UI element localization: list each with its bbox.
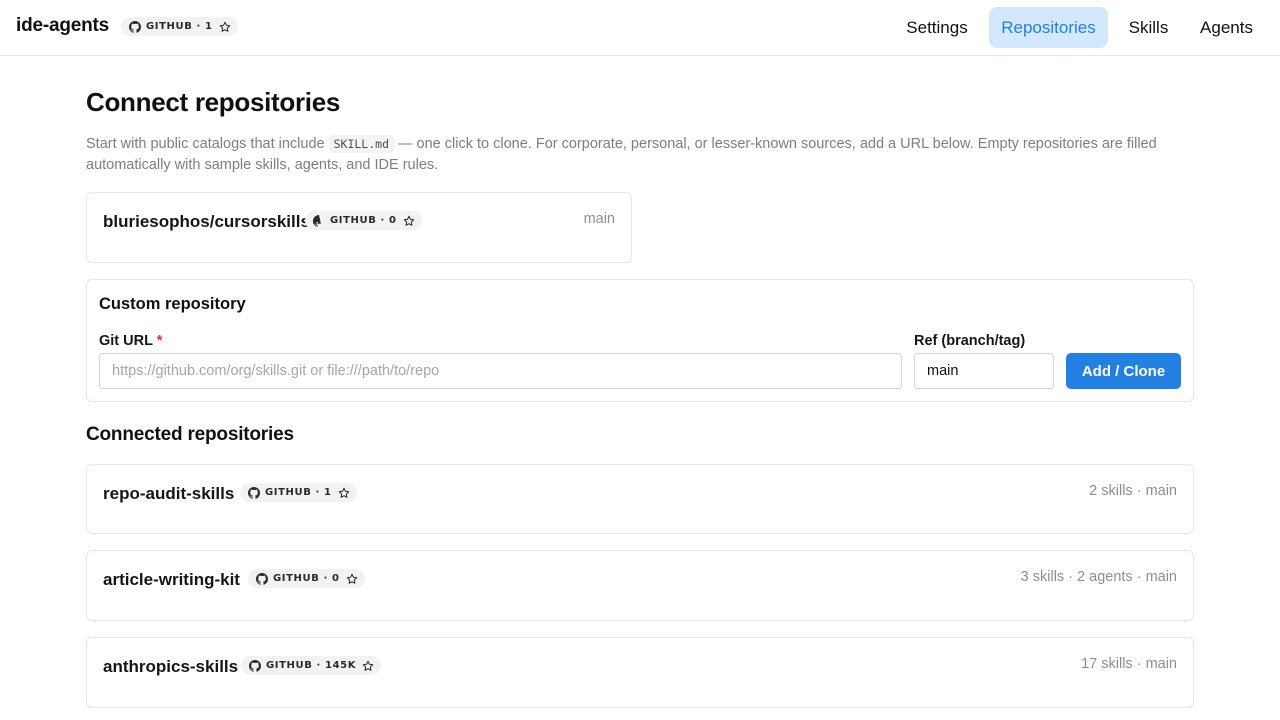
star-icon xyxy=(219,21,231,33)
connected-repo-card[interactable]: anthropics-skills GITHUB · 145K 17 skill… xyxy=(86,637,1194,708)
repo-meta: 17 skills · main xyxy=(1081,656,1177,672)
git-url-label: Git URL * xyxy=(99,333,162,349)
star-icon xyxy=(346,573,358,585)
repo-name: bluriesophos/cursorskills xyxy=(103,212,310,231)
intro-code: SKILL.md xyxy=(328,135,394,153)
repo-name: anthropics-skills xyxy=(103,657,239,676)
github-icon xyxy=(313,214,325,227)
repo-meta: main xyxy=(583,211,615,227)
repo-github-badge[interactable]: GITHUB · 0 xyxy=(248,569,365,588)
catalog-repo-card[interactable]: bluriesophos/cursorskills GITHUB · 0 mai… xyxy=(86,192,632,263)
badge-text: GITHUB · 1 xyxy=(146,21,213,32)
star-icon xyxy=(403,215,415,227)
add-clone-button[interactable]: Add / Clone xyxy=(1066,353,1181,389)
nav-settings[interactable]: Settings xyxy=(895,7,979,48)
intro-text: Start with public catalogs that include … xyxy=(86,134,1186,176)
github-icon xyxy=(248,486,260,499)
nav-skills[interactable]: Skills xyxy=(1118,7,1179,48)
repo-github-badge[interactable]: GITHUB · 1 xyxy=(240,483,357,502)
repo-name: repo-audit-skills xyxy=(103,484,235,503)
connected-repos-title: Connected repositories xyxy=(86,424,294,445)
repo-name: article-writing-kit xyxy=(103,570,240,589)
git-url-input[interactable] xyxy=(99,353,902,389)
ref-label: Ref (branch/tag) xyxy=(914,333,1026,349)
repo-meta: 2 skills · main xyxy=(1089,483,1177,499)
app-brand[interactable]: ide-agents xyxy=(16,15,109,37)
connected-repo-card[interactable]: article-writing-kit GITHUB · 0 3 skills … xyxy=(86,550,1194,621)
intro-text-start: Start with public catalogs that include xyxy=(86,136,329,152)
star-icon xyxy=(338,487,350,499)
page-title: Connect repositories xyxy=(86,87,341,117)
github-icon xyxy=(256,572,268,585)
badge-text: GITHUB · 0 xyxy=(330,215,397,226)
repo-meta: 3 skills · 2 agents · main xyxy=(1020,569,1177,585)
brand-github-badge[interactable]: GITHUB · 1 xyxy=(121,17,238,36)
repo-github-badge[interactable]: GITHUB · 0 xyxy=(305,211,422,230)
nav-repositories[interactable]: Repositories xyxy=(989,7,1108,48)
repo-github-badge[interactable]: GITHUB · 145K xyxy=(241,656,382,675)
custom-repo-form: Custom repository Git URL * Ref (branch/… xyxy=(86,279,1194,402)
top-bar: ide-agents GITHUB · 1 Settings Repositor… xyxy=(0,0,1280,56)
connected-repo-card[interactable]: repo-audit-skills GITHUB · 1 2 skills · … xyxy=(86,464,1194,534)
github-icon xyxy=(249,659,261,672)
required-mark: * xyxy=(156,333,163,349)
custom-repo-title: Custom repository xyxy=(99,295,246,313)
git-url-label-text: Git URL xyxy=(99,333,153,349)
badge-text: GITHUB · 0 xyxy=(273,573,340,584)
badge-text: GITHUB · 145K xyxy=(266,660,357,671)
github-icon xyxy=(129,20,141,33)
nav-agents[interactable]: Agents xyxy=(1189,7,1264,48)
ref-input[interactable] xyxy=(914,353,1054,389)
badge-text: GITHUB · 1 xyxy=(265,487,332,498)
star-icon xyxy=(362,660,374,672)
